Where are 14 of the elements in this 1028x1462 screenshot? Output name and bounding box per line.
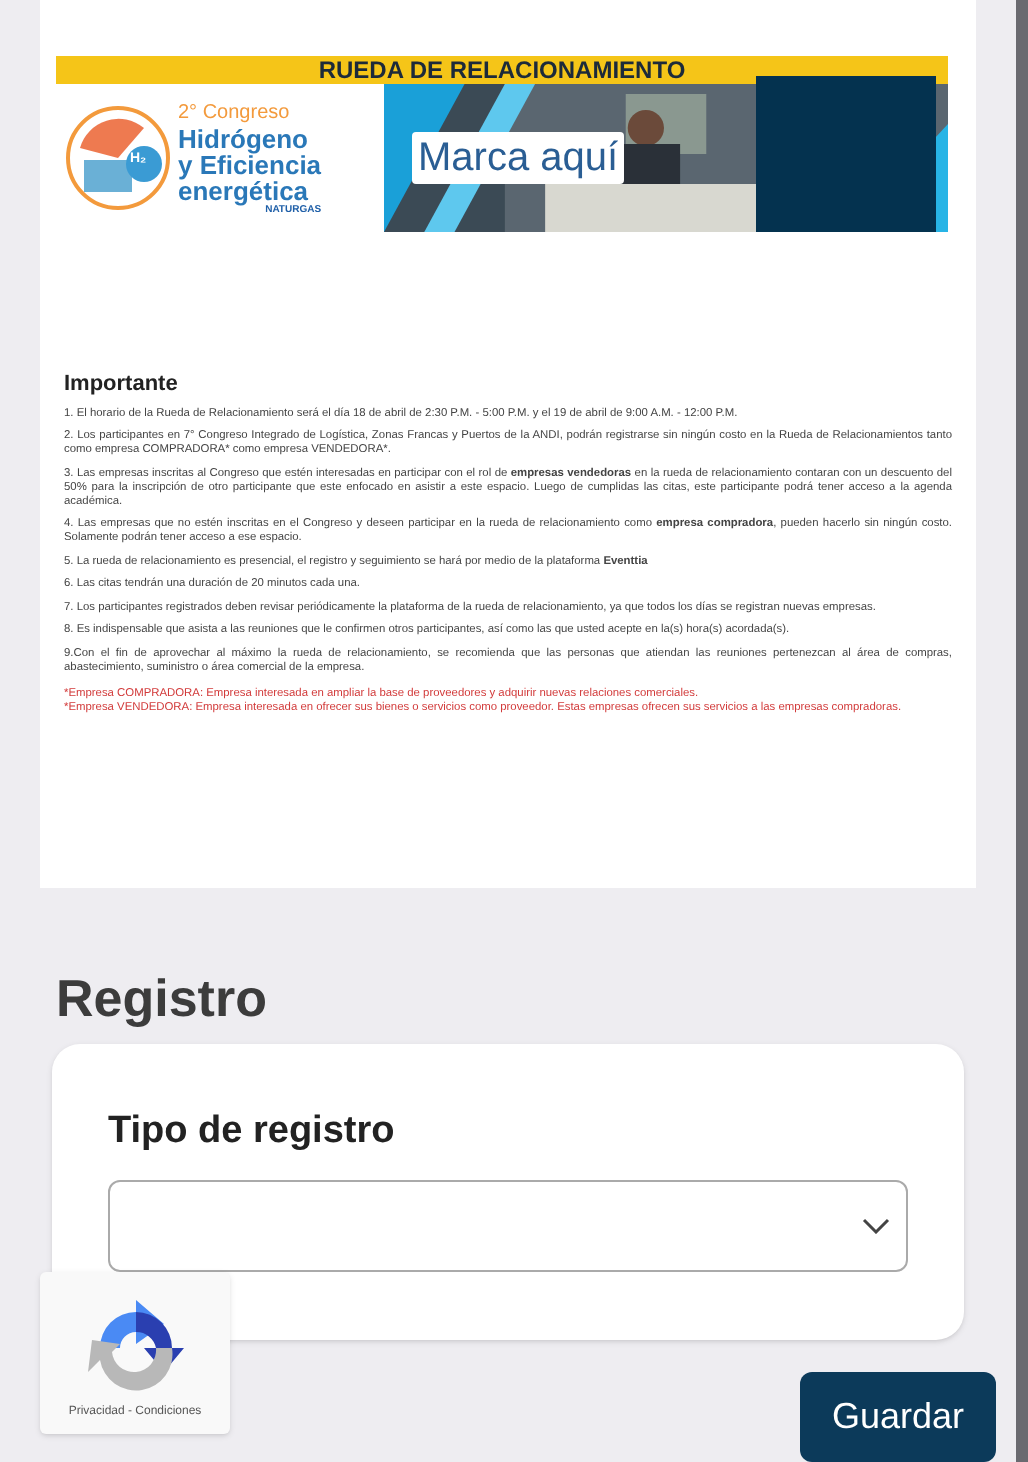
chevron-down-icon xyxy=(862,1218,890,1235)
field-label: Tipo de registro xyxy=(108,1107,397,1156)
save-button[interactable]: Guardar xyxy=(800,1372,996,1462)
banner-title: RUEDA DE RELACIONAMIENTO xyxy=(56,56,948,84)
type-select[interactable] xyxy=(108,1180,908,1273)
recaptcha-icon xyxy=(83,1300,187,1392)
congress-name-line: energética xyxy=(178,177,309,203)
congress-name-line: y Eficiencia xyxy=(178,151,322,177)
form-heading: Registro xyxy=(56,967,269,1028)
mark-here-label[interactable]: Marca aquí xyxy=(412,132,625,184)
section-heading: Importante xyxy=(64,372,180,398)
congress-name-line: Hidrógeno xyxy=(178,125,310,151)
edition-text: 2° Congreso xyxy=(178,99,292,125)
sun-panel-logo xyxy=(64,104,172,212)
